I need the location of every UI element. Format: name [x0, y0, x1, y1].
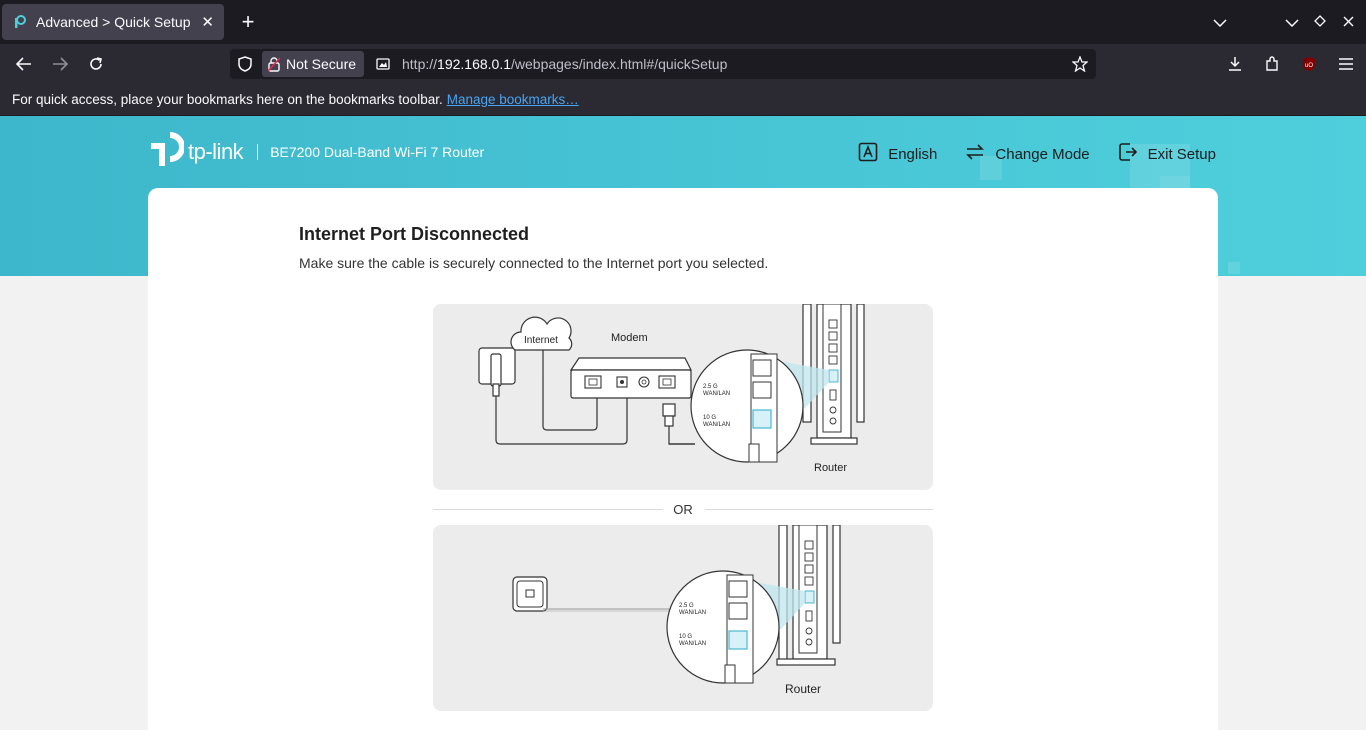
- reload-icon[interactable]: [78, 48, 114, 80]
- port1-speed-label: 2.5 G: [703, 384, 718, 390]
- bookmarks-hint: For quick access, place your bookmarks h…: [12, 92, 443, 107]
- url-prefix: http://: [402, 56, 438, 72]
- not-secure-label: Not Secure: [286, 56, 357, 72]
- back-icon[interactable]: [6, 48, 42, 80]
- internet-label: Internet: [524, 335, 558, 346]
- change-mode-button[interactable]: Change Mode: [965, 143, 1090, 165]
- minimize-icon[interactable]: [1278, 15, 1306, 30]
- tab-title: Advanced > Quick Setup: [36, 14, 191, 30]
- port1-type-label-2: WAN/LAN: [679, 610, 707, 616]
- page-permissions-icon[interactable]: [376, 57, 390, 76]
- navigation-bar: Not Secure http://192.168.0.1/webpages/i…: [0, 44, 1366, 84]
- close-tab-icon[interactable]: ✕: [201, 13, 214, 31]
- brand-text: tp-link: [188, 139, 244, 164]
- unlocked-padlock-icon: [268, 56, 280, 72]
- tp-link-favicon-icon: [12, 14, 28, 30]
- bookmarks-toolbar: For quick access, place your bookmarks h…: [0, 84, 1366, 116]
- setup-card: Internet Port Disconnected Make sure the…: [148, 188, 1218, 730]
- bookmark-star-icon[interactable]: [1071, 55, 1089, 77]
- port1-type-label: WAN/LAN: [703, 391, 731, 397]
- router-model: BE7200 Dual-Band Wi-Fi 7 Router: [270, 144, 485, 160]
- list-tabs-icon[interactable]: [1206, 15, 1234, 30]
- page-title: Internet Port Disconnected: [299, 224, 530, 244]
- tp-link-logo-icon: [148, 131, 185, 173]
- downloads-icon[interactable]: [1216, 56, 1253, 72]
- language-icon: [858, 142, 878, 166]
- header-nav: English Change Mode Exit Setup: [858, 142, 1216, 166]
- or-label: OR: [673, 502, 693, 517]
- router-label-2: Router: [785, 682, 822, 696]
- exit-icon: [1118, 142, 1138, 166]
- change-mode-label: Change Mode: [995, 145, 1090, 163]
- shield-icon[interactable]: [238, 56, 252, 77]
- language-label: English: [888, 145, 938, 163]
- ethernet-plug-icon: [662, 403, 695, 445]
- close-window-icon[interactable]: [1334, 15, 1362, 30]
- extensions-icon[interactable]: [1253, 56, 1290, 72]
- router-page: tp-link BE7200 Dual-Band Wi-Fi 7 Router …: [0, 116, 1366, 730]
- svg-text:uO: uO: [1304, 63, 1312, 69]
- port2-type-label: WAN/LAN: [703, 422, 731, 428]
- port1-speed-label-2: 2.5 G: [679, 603, 694, 609]
- router-label: Router: [814, 462, 848, 474]
- page-description: Make sure the cable is securely connecte…: [299, 255, 769, 271]
- menu-icon[interactable]: [1327, 57, 1364, 71]
- forward-icon[interactable]: [42, 48, 78, 80]
- or-divider: OR: [433, 502, 933, 517]
- exit-setup-label: Exit Setup: [1147, 145, 1216, 163]
- url-host: 192.168.0.1: [437, 56, 511, 72]
- url-text[interactable]: http://192.168.0.1/webpages/index.html#/…: [402, 56, 727, 72]
- brand-divider: [257, 144, 259, 160]
- port2-speed-label-2: 10 G: [679, 634, 693, 640]
- browser-tab[interactable]: Advanced > Quick Setup ✕: [2, 4, 224, 40]
- tp-link-logo: tp-link BE7200 Dual-Band Wi-Fi 7 Router: [148, 130, 484, 174]
- wall-port-connection-illustration: 2.5 G WAN/LAN 10 G WAN/LAN Router: [433, 525, 933, 711]
- port2-type-label-2: WAN/LAN: [679, 641, 707, 647]
- port2-speed-label: 10 G: [703, 415, 717, 421]
- language-selector[interactable]: English: [858, 142, 937, 166]
- not-secure-badge[interactable]: Not Secure: [262, 51, 365, 77]
- swap-arrows-icon: [965, 143, 985, 165]
- ublock-origin-icon[interactable]: uO: [1290, 56, 1327, 72]
- modem-icon: [569, 357, 692, 399]
- address-bar[interactable]: Not Secure http://192.168.0.1/webpages/i…: [230, 49, 1096, 79]
- wall-socket-icon: [512, 576, 673, 612]
- modem-connection-illustration: Internet Modem 2.5 G WAN/LAN 10 G WAN/LA…: [433, 304, 933, 490]
- exit-setup-button[interactable]: Exit Setup: [1118, 142, 1216, 166]
- modem-label: Modem: [611, 332, 648, 344]
- url-path: /webpages/index.html#/quickSetup: [511, 56, 728, 72]
- manage-bookmarks-link[interactable]: Manage bookmarks…: [447, 92, 579, 107]
- maximize-icon[interactable]: [1306, 14, 1334, 30]
- browser-tab-bar: Advanced > Quick Setup ✕ +: [0, 0, 1366, 44]
- new-tab-icon[interactable]: +: [238, 9, 258, 35]
